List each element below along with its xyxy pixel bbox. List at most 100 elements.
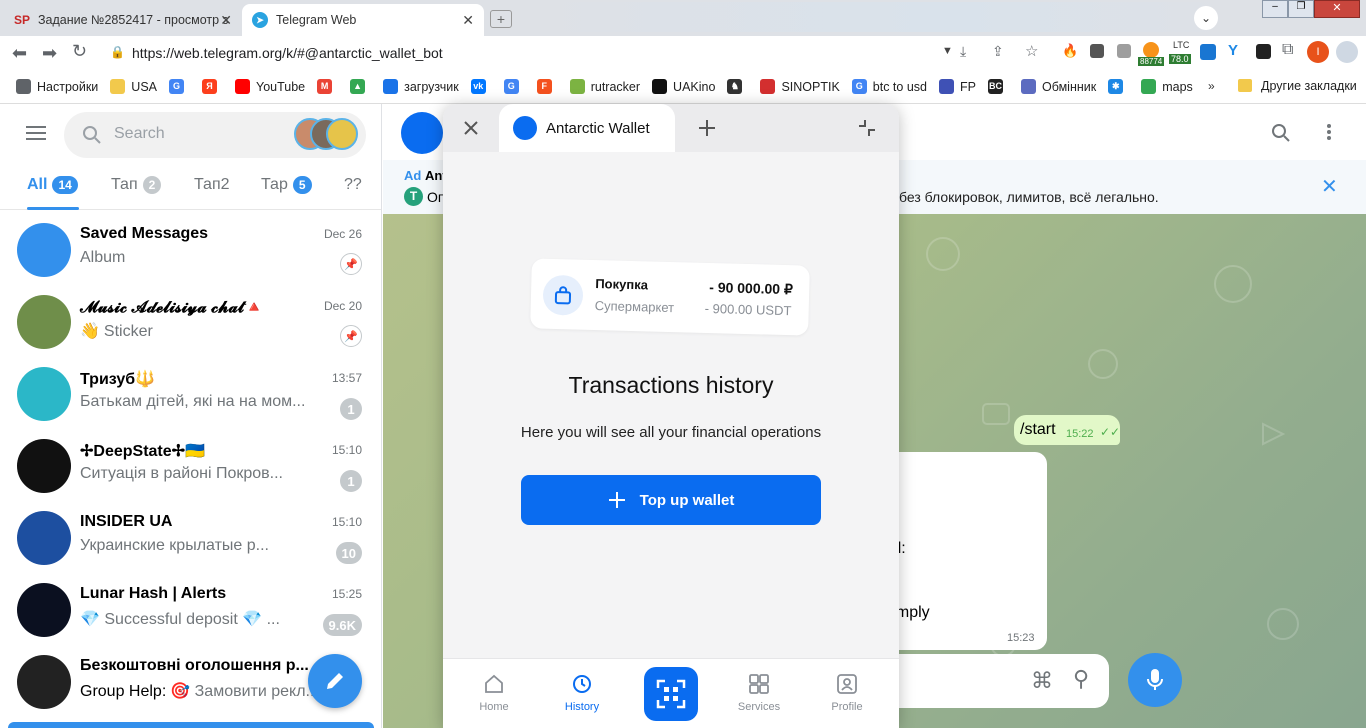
tab-tap[interactable]: Тап 2 xyxy=(111,176,162,194)
bookmark-item[interactable]: USA xyxy=(110,79,157,94)
more-bookmarks-icon[interactable]: » xyxy=(1208,79,1215,93)
menu-icon[interactable] xyxy=(1336,41,1358,63)
bookmark-item[interactable]: Обмінник xyxy=(1020,79,1096,94)
chat-name: Безкоштовні оголошення р... xyxy=(80,657,309,674)
other-bookmarks[interactable]: Другие закладки xyxy=(1261,79,1357,93)
install-icon[interactable]: ⤓ xyxy=(960,43,966,60)
bookmark-item[interactable]: YouTube xyxy=(235,79,305,94)
bookmark-item[interactable]: F xyxy=(536,79,558,94)
bookmark-item[interactable]: ♞ xyxy=(727,79,748,94)
lock-icon[interactable]: 🔒 xyxy=(110,45,125,59)
chat-name: 𝓜𝓾𝓼𝓲𝓬 𝓐𝓭𝓮𝓵𝓲𝓼𝓲𝔂𝓪 𝓬𝓱𝓪𝓽🔺 xyxy=(80,299,265,316)
stories-avatars[interactable] xyxy=(294,118,360,152)
bookmark-favicon-icon: vk xyxy=(470,79,486,94)
bookmark-item[interactable]: M xyxy=(317,79,338,94)
maximize-icon[interactable]: ❐ xyxy=(1288,0,1314,18)
tab-tap2[interactable]: Тап2 xyxy=(194,176,230,194)
tab-task[interactable]: SP Задание №2852417 - просмотр з ✕ xyxy=(4,4,242,36)
add-tab-icon[interactable] xyxy=(695,116,719,140)
extension-grey-icon[interactable] xyxy=(1117,44,1131,58)
extension-bitcoin-icon[interactable] xyxy=(1143,42,1159,58)
nav-profile[interactable]: Profile xyxy=(807,659,887,728)
bookmark-item[interactable]: G xyxy=(503,79,525,94)
bookmark-item[interactable]: maps xyxy=(1141,79,1193,94)
banner-text: без блокировок, лимитов, всё легально. xyxy=(899,189,1159,205)
bookmark-item[interactable]: UAKino xyxy=(652,79,715,94)
compose-button[interactable] xyxy=(308,654,362,708)
chat-list-item[interactable]: INSIDER UA Украинские крылатые р... 15:10 1… xyxy=(0,501,381,573)
dropdown-icon[interactable]: ▼ xyxy=(942,45,953,57)
close-miniapp-button[interactable] xyxy=(443,104,499,152)
pencil-icon xyxy=(327,673,343,689)
extensions-puzzle-icon[interactable]: ⧉ xyxy=(1282,41,1293,59)
minimize-icon[interactable]: – xyxy=(1262,0,1288,18)
bookmark-item[interactable]: rutracker xyxy=(569,79,640,94)
tab-unknown[interactable]: ?? xyxy=(344,176,362,194)
message-input[interactable]: ⌘ ⚲ xyxy=(863,654,1109,708)
tab-search-icon[interactable]: ⌄ xyxy=(1194,6,1218,30)
tab-telegram[interactable]: ➤ Telegram Web ✕ xyxy=(242,4,484,36)
close-tab-icon[interactable]: ✕ xyxy=(462,12,474,29)
extension-shield-icon[interactable] xyxy=(1090,44,1104,58)
bookmark-item[interactable]: ▲ xyxy=(350,79,371,94)
bookmark-favicon-icon xyxy=(569,79,585,94)
url-field[interactable]: https://web.telegram.org/k/#@antarctic_w… xyxy=(132,45,443,61)
chat-avatar xyxy=(17,439,71,493)
search-input[interactable]: Search xyxy=(114,125,165,143)
close-banner-icon[interactable]: ✕ xyxy=(1321,174,1338,199)
reload-icon[interactable]: ↻ xyxy=(72,41,87,62)
chat-list-item[interactable]: Тризуб🔱 Батькам дітей, які на на мом... 13… xyxy=(0,357,381,429)
outgoing-message[interactable]: /start 15:22 ✓✓ xyxy=(1014,415,1120,445)
attach-icon[interactable]: ⚲ xyxy=(1073,666,1089,692)
extension-dark-icon[interactable] xyxy=(1256,44,1271,59)
chat-name: Тризуб🔱 xyxy=(80,371,156,388)
new-tab-button[interactable]: + xyxy=(490,10,512,28)
back-icon[interactable]: ⬅ xyxy=(12,43,27,64)
nav-qr-scan[interactable] xyxy=(644,667,698,721)
collapse-icon[interactable] xyxy=(855,116,879,140)
bookmark-star-icon[interactable]: ☆ xyxy=(1025,42,1038,60)
nav-services[interactable]: Services xyxy=(719,659,799,728)
bottom-bar xyxy=(8,722,374,728)
extension-y-icon[interactable]: Y xyxy=(1228,42,1238,59)
bookmark-item[interactable]: SINOPTIK xyxy=(760,79,840,94)
extension-fire-icon[interactable]: 🔥 xyxy=(1062,43,1078,59)
hamburger-menu-icon[interactable] xyxy=(26,126,46,140)
miniapp-tab[interactable]: Antarctic Wallet xyxy=(499,104,675,152)
nav-home[interactable]: Home xyxy=(454,659,534,728)
bookmark-item[interactable]: загрузчик xyxy=(383,79,459,94)
close-window-icon[interactable]: ✕ xyxy=(1314,0,1360,18)
bookmark-item[interactable]: Gbtc to usd xyxy=(851,79,927,94)
bookmark-item[interactable]: vk xyxy=(470,79,492,94)
tab-tar[interactable]: Тар 5 xyxy=(261,176,312,194)
search-chat-icon[interactable] xyxy=(1271,123,1291,143)
nav-history[interactable]: History xyxy=(542,659,622,728)
bot-avatar[interactable] xyxy=(401,112,443,154)
bookmark-item[interactable]: G xyxy=(169,79,190,94)
chat-name: INSIDER UA xyxy=(80,513,173,530)
voice-button[interactable] xyxy=(1128,653,1182,707)
bookmark-item[interactable]: Настройки xyxy=(16,79,98,94)
bookmark-item[interactable]: Я xyxy=(202,79,223,94)
bookmark-favicon-icon xyxy=(1141,79,1157,94)
profile-avatar[interactable]: I xyxy=(1307,41,1329,63)
tab-all[interactable]: All 14 xyxy=(27,176,78,194)
command-icon[interactable]: ⌘ xyxy=(1031,668,1053,694)
search-box[interactable]: Search xyxy=(64,112,366,158)
bookmark-item[interactable]: FP xyxy=(938,79,976,94)
bookmark-item[interactable]: BC xyxy=(987,79,1009,94)
close-tab-icon[interactable]: ✕ xyxy=(220,12,232,29)
share-icon[interactable]: ⇪ xyxy=(992,43,1004,60)
top-up-wallet-button[interactable]: Top up wallet xyxy=(521,475,821,525)
unread-badge: 10 xyxy=(335,542,362,564)
chat-list-item[interactable]: 𝓜𝓾𝓼𝓲𝓬 𝓐𝓭𝓮𝓵𝓲𝓼𝓲𝔂𝓪 𝓬𝓱𝓪𝓽🔺 👋 Sticker Dec 20 📌 xyxy=(0,285,381,357)
extension-blue-icon[interactable] xyxy=(1200,44,1216,60)
unread-badge: 1 xyxy=(340,470,362,492)
chat-list-item[interactable]: Saved Messages Album Dec 26 📌 xyxy=(0,213,381,285)
chat-list-item[interactable]: ✢DeepState✢🇺🇦 Ситуація в районі Покров...… xyxy=(0,429,381,501)
bookmark-item[interactable]: ✱ xyxy=(1108,79,1129,94)
chat-list-item[interactable]: Lunar Hash | Alerts 💎 Successful deposit … xyxy=(0,573,381,645)
more-options-icon[interactable] xyxy=(1327,124,1331,140)
search-icon xyxy=(83,126,101,144)
forward-icon[interactable]: ➡ xyxy=(42,43,57,64)
